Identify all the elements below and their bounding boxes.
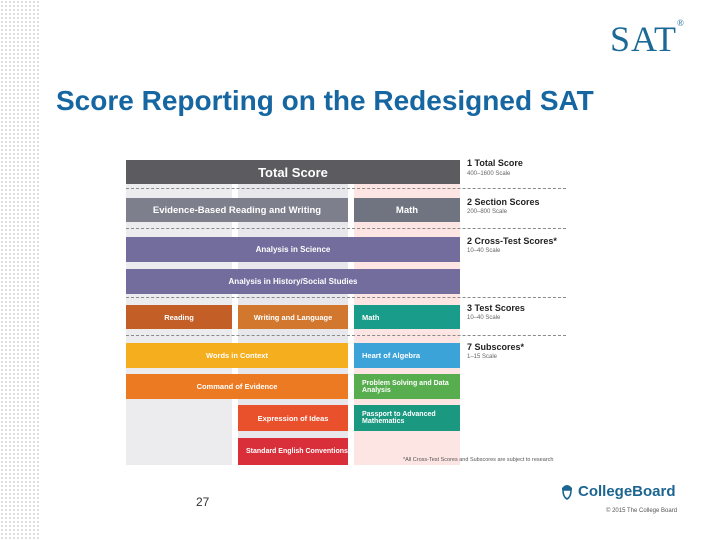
command-of-evidence-bar: Command of Evidence [126,374,348,399]
legend-cross-sub: 10–40 Scale [467,248,501,254]
problem-solving-bar: Problem Solving and Data Analysis [354,374,460,399]
copyright: © 2015 The College Board [606,508,678,514]
heart-of-algebra-label: Heart of Algebra [362,351,421,360]
passport-bar: Passport to Advanced Mathematics [354,405,460,431]
math-test-label: Math [362,312,380,322]
rule-section [126,228,566,229]
dot-pattern [0,0,40,540]
analysis-history-label: Analysis in History/Social Studies [228,277,358,286]
analysis-science-label: Analysis in Science [255,245,331,254]
math-section-bar: Math [354,198,460,222]
words-in-context-bar: Words in Context [126,343,348,368]
ebrw-section-bar: Evidence-Based Reading and Writing [126,198,348,222]
reading-label: Reading [164,312,194,322]
legend-subscore-title: 7 Subscores* [467,342,525,352]
legend-section-title: 2 Section Scores [467,197,540,207]
writing-test-bar: Writing and Language [238,305,348,329]
legend-subscore-sub: 1–15 Scale [467,354,498,360]
standard-english-bar: Standard English Conventions [238,438,348,465]
command-of-evidence-label: Command of Evidence [196,382,278,391]
reading-test-bar: Reading [126,305,232,329]
expression-of-ideas-bar: Expression of Ideas [238,405,348,431]
legend-section-sub: 200–800 Scale [467,209,508,215]
math-section-label: Math [395,204,419,216]
legend-total-title: 1 Total Score [467,158,523,168]
analysis-science-bar: Analysis in Science [126,237,460,262]
acorn-icon [562,485,572,500]
registered-mark: ® [677,18,685,28]
page-number: 27 [196,495,210,509]
problem-solving-label: Problem Solving and Data Analysis [362,379,449,394]
slide-title: Score Reporting on the Redesigned SAT [56,85,594,116]
legend-total-sub: 400–1600 Scale [467,171,511,177]
legend-test-sub: 10–40 Scale [467,315,501,321]
math-test-bar: Math [354,305,460,329]
expression-of-ideas-label: Expression of Ideas [257,413,329,423]
sat-logo: SAT® [610,18,685,60]
brand-text: CollegeBoard [578,482,676,500]
ebrw-label: Evidence-Based Reading and Writing [152,204,322,216]
college-board-logo: CollegeBoard [560,482,676,500]
writing-label: Writing and Language [253,312,333,322]
total-score-label: Total Score [258,164,328,180]
footnote: *All Cross-Test Scores and Subscores are… [403,457,554,463]
analysis-history-bar: Analysis in History/Social Studies [126,269,460,294]
rule-test [126,335,566,336]
legend-test-title: 3 Test Scores [467,303,525,313]
legend-cross-title: 2 Cross-Test Scores* [467,236,557,246]
passport-label: Passport to Advanced Mathematics [362,411,436,425]
sat-logo-text: SAT [610,19,678,59]
rule-total [126,188,566,189]
standard-english-label: Standard English Conventions [246,448,348,455]
rule-cross [126,297,566,298]
total-score-bar: Total Score [126,160,460,184]
heart-of-algebra-bar: Heart of Algebra [354,343,460,368]
words-in-context-label: Words in Context [206,351,268,360]
